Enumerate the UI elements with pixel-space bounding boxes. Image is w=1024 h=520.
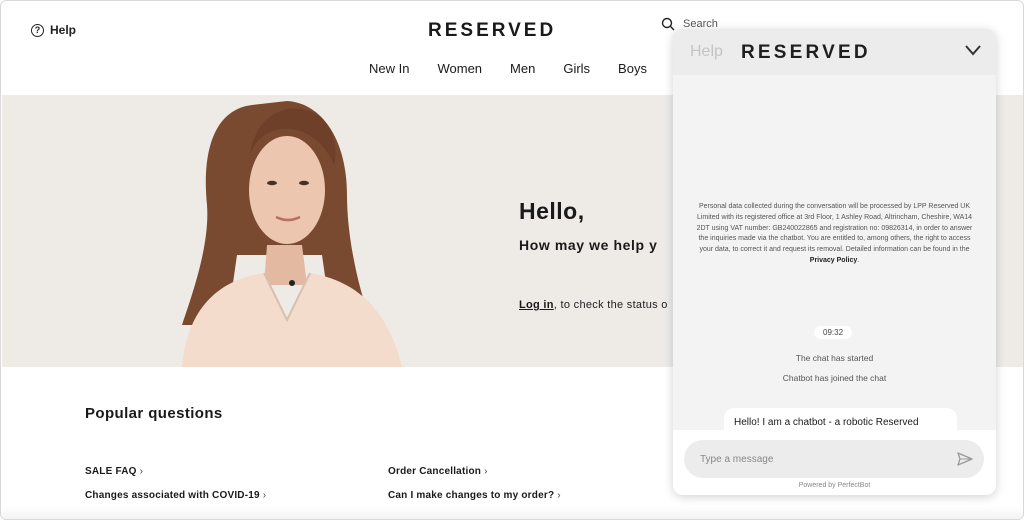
faq-link-order-cancellation[interactable]: Order Cancellation ›: [388, 466, 488, 477]
chevron-right-icon: ›: [262, 490, 267, 501]
message-timestamp: 09:32: [814, 326, 853, 339]
login-link[interactable]: Log in: [519, 299, 554, 311]
chevron-right-icon: ›: [484, 466, 488, 477]
help-link[interactable]: ? Help: [31, 23, 76, 37]
chat-brand-logo: RESERVED: [741, 42, 871, 63]
faq-link-label: Can I make changes to my order?: [388, 490, 555, 501]
status-chat-started: The chat has started: [795, 353, 874, 363]
faq-link-order-changes[interactable]: Can I make changes to my order? ›: [388, 490, 561, 501]
hero-login-text: Log in, to check the status o: [519, 299, 668, 311]
nav-item-men[interactable]: Men: [510, 61, 535, 76]
faq-link-label: Changes associated with COVID-19: [85, 490, 260, 501]
page: ? Help RESERVED Search New In Women Men …: [0, 0, 1024, 520]
chat-widget: Help RESERVED Personal data collected du…: [673, 29, 996, 495]
nav-item-new-in[interactable]: New In: [369, 61, 409, 76]
privacy-text: Personal data collected during the conve…: [696, 203, 973, 254]
popular-questions-title: Popular questions: [85, 405, 223, 422]
powered-by: Powered by PerfectBot: [798, 482, 871, 489]
chat-messages[interactable]: Personal data collected during the conve…: [673, 75, 996, 468]
login-rest: , to check the status o: [553, 299, 668, 311]
chat-help-label: Help: [690, 43, 723, 60]
chevron-right-icon: ›: [139, 466, 144, 477]
chevron-right-icon: ›: [557, 490, 561, 501]
page-bottom-fade: [1, 506, 1023, 519]
brand-logo[interactable]: RESERVED: [428, 20, 556, 42]
chevron-down-icon[interactable]: [965, 44, 981, 56]
chat-footer: Type a message Powered by PerfectBot: [673, 430, 996, 495]
hero-photo-woman: [2, 95, 422, 367]
faq-link-label: SALE FAQ: [85, 466, 137, 477]
hero-subtitle: How may we help y: [519, 237, 658, 253]
privacy-end: .: [857, 256, 860, 264]
send-icon[interactable]: [957, 452, 973, 466]
chat-header: Help RESERVED: [673, 29, 996, 75]
question-circle-icon: ?: [31, 23, 44, 37]
faq-link-label: Order Cancellation: [388, 466, 482, 477]
faq-link-sale[interactable]: SALE FAQ ›: [85, 466, 143, 477]
hero-greeting: Hello,: [519, 198, 585, 224]
privacy-notice: Personal data collected during the conve…: [693, 202, 976, 267]
main-nav: New In Women Men Girls Boys: [369, 61, 675, 76]
privacy-policy-link[interactable]: Privacy Policy: [810, 257, 857, 264]
nav-item-girls[interactable]: Girls: [563, 61, 590, 76]
status-chatbot-joined: Chatbot has joined the chat: [782, 373, 887, 383]
faq-link-covid[interactable]: Changes associated with COVID-19 ›: [85, 490, 266, 501]
nav-item-boys[interactable]: Boys: [618, 61, 647, 76]
help-label: Help: [50, 23, 77, 37]
message-input[interactable]: Type a message: [684, 440, 984, 478]
nav-item-women[interactable]: Women: [437, 61, 482, 76]
